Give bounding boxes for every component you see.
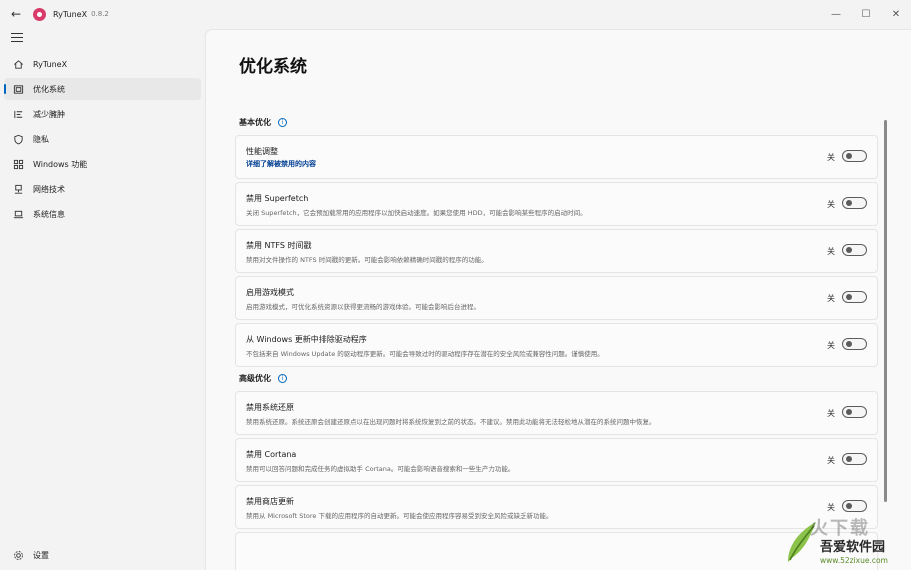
sidebar-item-debloat[interactable]: 减少臃肿 [4, 103, 201, 125]
sidebar-item-label: 网络技术 [33, 184, 65, 194]
apps-icon [12, 158, 24, 170]
sidebar-item-settings[interactable]: 设置 [4, 544, 201, 566]
section-header-basic: 基本优化 i [239, 117, 287, 128]
setting-title: 启用游戏模式 [246, 288, 294, 297]
sidebar-item-label: Windows 功能 [33, 159, 88, 169]
setting-title: 禁用系统还原 [246, 403, 294, 412]
main-content: 优化系统 基本优化 i 性能调整 详细了解被禁用的内容 关 禁用 Superfe… [205, 29, 911, 570]
setting-description: 不包括来自 Windows Update 的驱动程序更新。可能会导致过时的驱动程… [246, 350, 604, 358]
app-version: 0.8.2 [91, 10, 109, 18]
sidebar-item-network[interactable]: 网络技术 [4, 178, 201, 200]
info-icon[interactable]: i [278, 374, 287, 383]
setting-card-performance: 性能调整 详细了解被禁用的内容 关 [235, 135, 878, 179]
setting-card-cortana: 禁用 Cortana 禁用可以回答问题和完成任务的虚拟助手 Cortana。可能… [235, 438, 878, 482]
toggle-state-label: 关 [827, 200, 835, 209]
toggle-state-label: 关 [827, 247, 835, 256]
minimize-button[interactable]: — [821, 0, 851, 28]
sidebar-item-system-info[interactable]: 系统信息 [4, 203, 201, 225]
toggle-switch[interactable] [842, 406, 867, 418]
setting-title: 从 Windows 更新中排除驱动程序 [246, 335, 367, 344]
toggle-switch[interactable] [842, 244, 867, 256]
back-arrow-icon[interactable]: ← [9, 7, 23, 21]
setting-card-game-mode: 启用游戏模式 启用游戏模式，可优化系统资源以获得更流畅的游戏体验。可能会影响后台… [235, 276, 878, 320]
setting-title: 禁用商店更新 [246, 497, 294, 506]
settings-label: 设置 [33, 550, 49, 560]
shield-icon [12, 133, 24, 145]
setting-card-superfetch: 禁用 Superfetch 关闭 Superfetch，它会预加载常用的应用程序… [235, 182, 878, 226]
watermark-main-text: 吾爱软件园 [820, 540, 886, 555]
setting-description: 禁用系统还原。系统还原会创建还原点以在出现问题时将系统恢复到之前的状态。不建议。… [246, 418, 656, 426]
setting-card-ntfs: 禁用 NTFS 时间戳 禁用对文件操作的 NTFS 时间戳的更新。可能会影响依赖… [235, 229, 878, 273]
toggle-switch[interactable] [842, 150, 867, 162]
laptop-icon [12, 208, 24, 220]
setting-description: 关闭 Superfetch，它会预加载常用的应用程序以加快启动速度。如果您使用 … [246, 209, 587, 217]
sidebar-item-privacy[interactable]: 隐私 [4, 128, 201, 150]
sidebar-item-label: RyTuneX [33, 59, 68, 69]
setting-description: 启用游戏模式，可优化系统资源以获得更流畅的游戏体验。可能会影响后台进程。 [246, 303, 480, 311]
setting-description: 禁用从 Microsoft Store 下载的应用程序的自动更新。可能会使应用程… [246, 512, 553, 520]
watermark-logo: 火下载 吾爱软件园 www.52zixue.com [784, 512, 911, 570]
section-title: 基本优化 [239, 118, 271, 127]
info-icon[interactable]: i [278, 118, 287, 127]
sidebar-item-label: 减少臃肿 [33, 109, 65, 119]
sidebar-item-label: 隐私 [33, 134, 49, 144]
sidebar-item-windows-features[interactable]: Windows 功能 [4, 153, 201, 175]
home-icon [12, 58, 24, 70]
sidebar-item-label: 优化系统 [33, 84, 65, 94]
list-icon [12, 108, 24, 120]
page-title: 优化系统 [239, 57, 307, 77]
toggle-state-label: 关 [827, 153, 835, 162]
setting-description: 禁用可以回答问题和完成任务的虚拟助手 Cortana。可能会影响语音搜索和一些生… [246, 465, 515, 473]
toggle-switch[interactable] [842, 197, 867, 209]
setting-title: 禁用 NTFS 时间戳 [246, 241, 312, 250]
vertical-scrollbar[interactable] [884, 120, 887, 502]
sidebar-item-label: 系统信息 [33, 209, 65, 219]
toggle-state-label: 关 [827, 409, 835, 418]
setting-card-system-restore: 禁用系统还原 禁用系统还原。系统还原会创建还原点以在出现问题时将系统恢复到之前的… [235, 391, 878, 435]
setting-title: 禁用 Superfetch [246, 194, 309, 203]
maximize-button[interactable]: ☐ [851, 0, 881, 28]
learn-more-link[interactable]: 详细了解被禁用的内容 [246, 159, 316, 169]
setting-card-exclude-drivers: 从 Windows 更新中排除驱动程序 不包括来自 Windows Update… [235, 323, 878, 367]
watermark-url: www.52zixue.com [820, 556, 888, 565]
sidebar-nav: RyTuneX 优化系统 减少臃肿 隐私 Windows 功能 网络技术 系统信… [4, 53, 201, 228]
optimize-icon [12, 83, 24, 95]
section-header-advanced: 高级优化 i [239, 373, 287, 384]
setting-title: 性能调整 [246, 147, 278, 156]
setting-card-store-updates: 禁用商店更新 禁用从 Microsoft Store 下载的应用程序的自动更新。… [235, 485, 878, 529]
toggle-switch[interactable] [842, 338, 867, 350]
close-button[interactable]: ✕ [881, 0, 911, 28]
hamburger-menu-icon[interactable] [11, 33, 23, 43]
setting-title: 禁用 Cortana [246, 450, 297, 459]
network-icon [12, 183, 24, 195]
app-name: RyTuneX [53, 9, 88, 19]
toggle-switch[interactable] [842, 291, 867, 303]
window-controls: — ☐ ✕ [821, 0, 911, 28]
toggle-state-label: 关 [827, 456, 835, 465]
toggle-state-label: 关 [827, 341, 835, 350]
app-logo [33, 7, 46, 21]
title-bar: ← RyTuneX 0.8.2 — ☐ ✕ [0, 0, 911, 28]
sidebar-item-optimize[interactable]: 优化系统 [4, 78, 201, 100]
gear-icon [12, 549, 24, 561]
setting-description: 禁用对文件操作的 NTFS 时间戳的更新。可能会影响依赖精确时间戳的程序的功能。 [246, 256, 488, 264]
section-title: 高级优化 [239, 374, 271, 383]
setting-card-partial [235, 532, 878, 570]
sidebar-item-rytunex[interactable]: RyTuneX [4, 53, 201, 75]
toggle-switch[interactable] [842, 500, 867, 512]
toggle-switch[interactable] [842, 453, 867, 465]
toggle-state-label: 关 [827, 294, 835, 303]
